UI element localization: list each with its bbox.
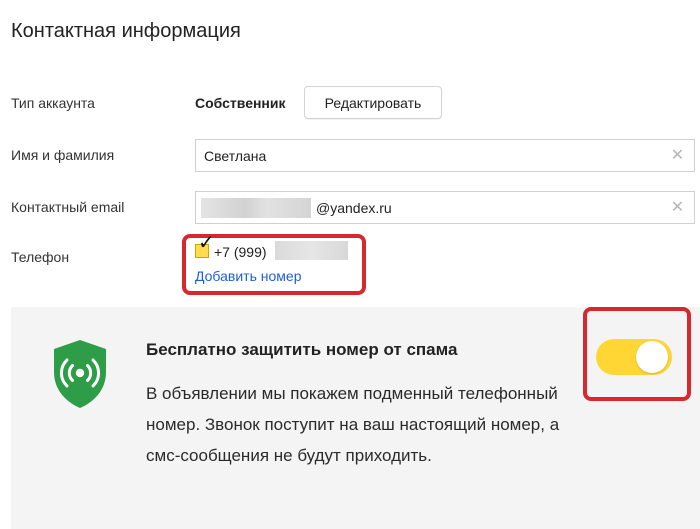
close-icon[interactable]: ✕: [669, 199, 686, 216]
redacted-phone-blur: [275, 241, 348, 260]
name-field-container: ✕: [195, 139, 695, 172]
email-input[interactable]: [316, 192, 616, 223]
redacted-email-blur: [201, 198, 311, 218]
email-label: Контактный email: [11, 199, 125, 215]
checkmark-icon: ✓: [198, 232, 215, 254]
edit-account-type-button[interactable]: Редактировать: [304, 86, 442, 119]
spam-protection-description: В объявлении мы покажем подменный телефо…: [146, 384, 560, 465]
add-phone-link[interactable]: Добавить номер: [195, 268, 301, 284]
name-label: Имя и фамилия: [11, 147, 115, 163]
name-input[interactable]: [204, 140, 644, 171]
toggle-knob[interactable]: [636, 341, 668, 373]
account-type-label: Тип аккаунта: [11, 95, 95, 111]
shield-signal-icon: [54, 340, 106, 408]
phone-number: +7 (999): [214, 244, 267, 260]
email-field-container: ✕: [195, 191, 695, 224]
account-type-value: Собственник: [195, 95, 286, 111]
phone-label: Телефон: [11, 249, 70, 265]
page-title: Контактная информация: [11, 20, 241, 42]
spam-protection-title: Бесплатно защитить номер от спама: [146, 340, 458, 359]
close-icon[interactable]: ✕: [669, 147, 686, 164]
